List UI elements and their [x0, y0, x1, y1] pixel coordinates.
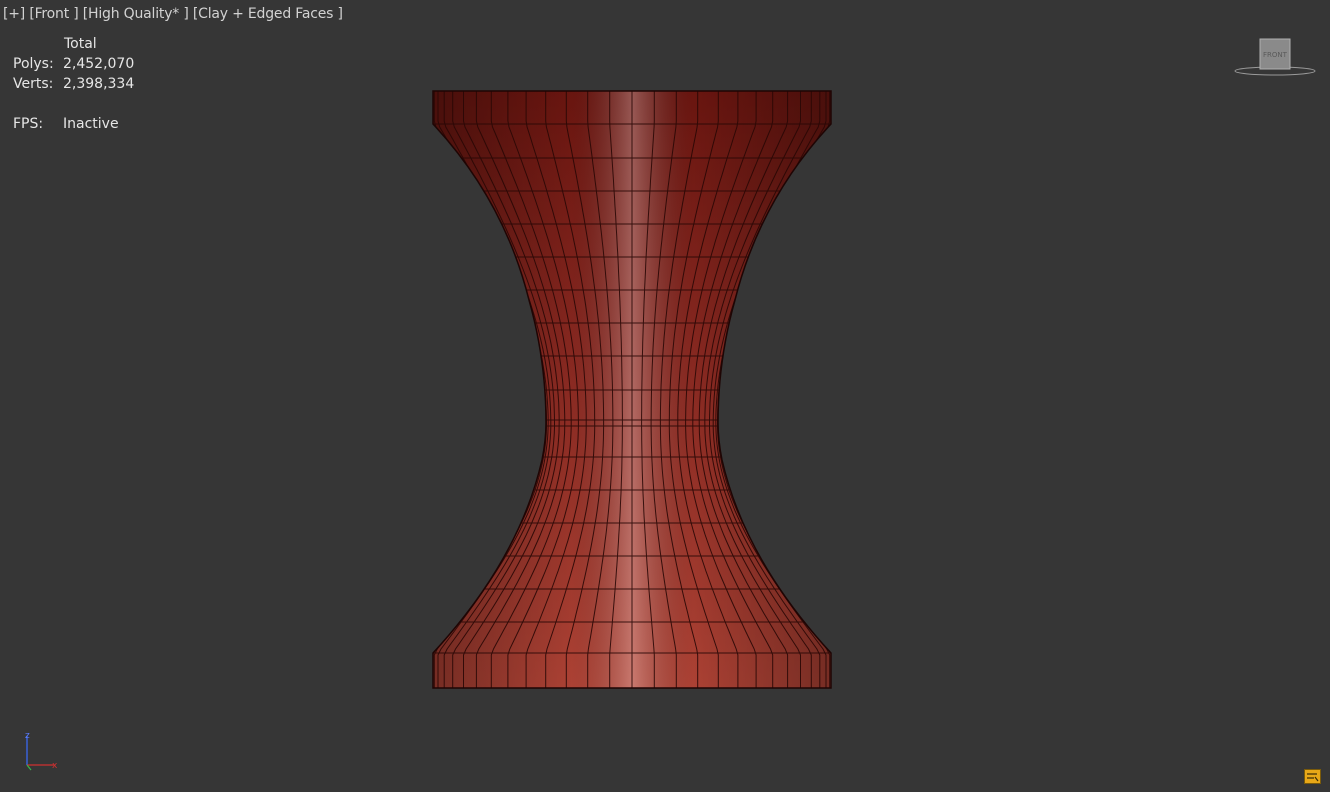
hourglass-mesh[interactable]: [0, 0, 1330, 792]
viewport[interactable]: [+] [Front ] [High Quality* ] [Clay + Ed…: [0, 0, 1330, 792]
axis-z-label: z: [25, 731, 30, 741]
viewcube-icon[interactable]: FRONT: [1234, 38, 1316, 78]
viewport-config-icon[interactable]: [1304, 769, 1321, 784]
viewcube-face-label: FRONT: [1263, 51, 1288, 59]
axis-tripod-icon: z x: [25, 731, 58, 771]
axis-x-label: x: [52, 761, 58, 771]
